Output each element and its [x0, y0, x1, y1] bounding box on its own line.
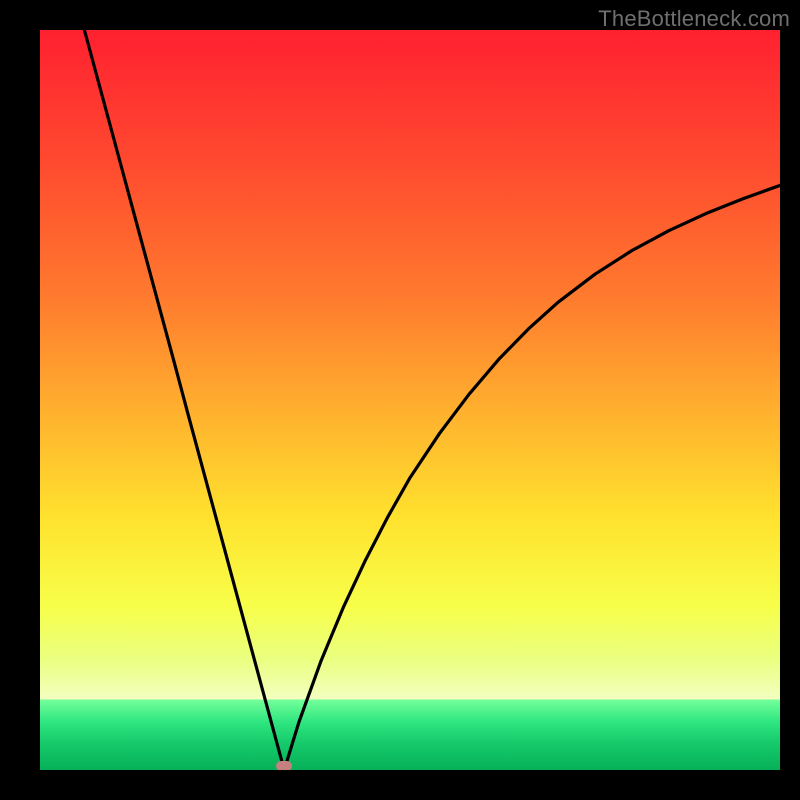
chart-stage: TheBottleneck.com: [0, 0, 800, 800]
watermark-text: TheBottleneck.com: [598, 6, 790, 32]
gradient-background: [40, 30, 780, 770]
plot-area: [40, 30, 780, 770]
chart-svg: [40, 30, 780, 770]
vertex-marker: [276, 761, 292, 770]
